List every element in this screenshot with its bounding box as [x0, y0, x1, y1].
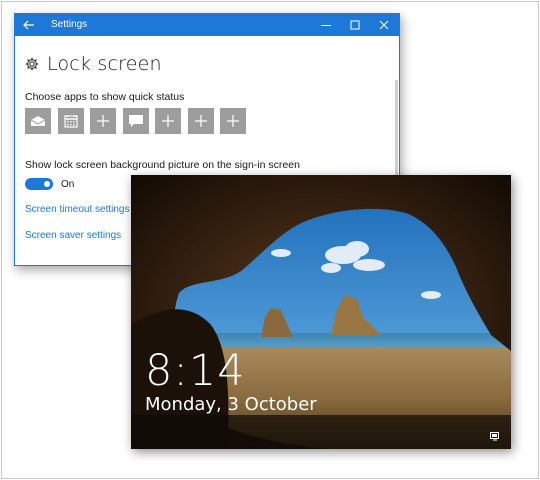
quick-status-add-button[interactable] [220, 108, 246, 134]
back-button[interactable] [15, 14, 43, 36]
message-icon [128, 115, 143, 127]
minimize-icon [321, 25, 331, 26]
quick-status-label: Choose apps to show quick status [25, 91, 185, 103]
close-icon [379, 20, 389, 30]
calendar-icon [63, 115, 78, 128]
quick-status-add-button[interactable] [155, 108, 181, 134]
title-bar: Settings [15, 14, 399, 36]
plus-icon [97, 115, 109, 127]
signin-background-label: Show lock screen background picture on t… [25, 159, 300, 171]
signin-background-toggle-row: On [25, 178, 74, 190]
back-arrow-icon [23, 20, 34, 30]
quick-status-apps [25, 108, 253, 134]
screen-saver-link[interactable]: Screen saver settings [25, 230, 121, 241]
quick-status-add-button[interactable] [90, 108, 116, 134]
lock-screen-time: 8:14 [145, 346, 246, 396]
page-header: Lock screen [25, 53, 162, 75]
signin-background-toggle[interactable] [25, 178, 53, 190]
quick-status-add-button[interactable] [187, 108, 214, 134]
minimize-button[interactable] [312, 14, 340, 36]
plus-icon [227, 115, 239, 127]
maximize-icon [350, 20, 360, 30]
maximize-button[interactable] [341, 14, 369, 36]
quick-status-calendar-button[interactable] [57, 108, 84, 134]
window-title: Settings [51, 19, 88, 30]
lock-screen-preview: 8:14 Monday, 3 October [131, 175, 511, 449]
plus-icon [162, 115, 174, 127]
gear-icon [25, 57, 39, 71]
plus-icon [194, 115, 207, 127]
lock-screen-date: Monday, 3 October [145, 394, 317, 415]
quick-status-message-button[interactable] [122, 108, 149, 134]
close-button[interactable] [370, 14, 398, 36]
screen-timeout-link[interactable]: Screen timeout settings [25, 204, 130, 215]
toggle-state-label: On [61, 178, 75, 190]
network-icon [490, 432, 499, 441]
page-title: Lock screen [47, 53, 162, 75]
toggle-knob [44, 181, 50, 187]
quick-status-mail-button[interactable] [25, 108, 51, 134]
mail-icon [30, 116, 46, 126]
